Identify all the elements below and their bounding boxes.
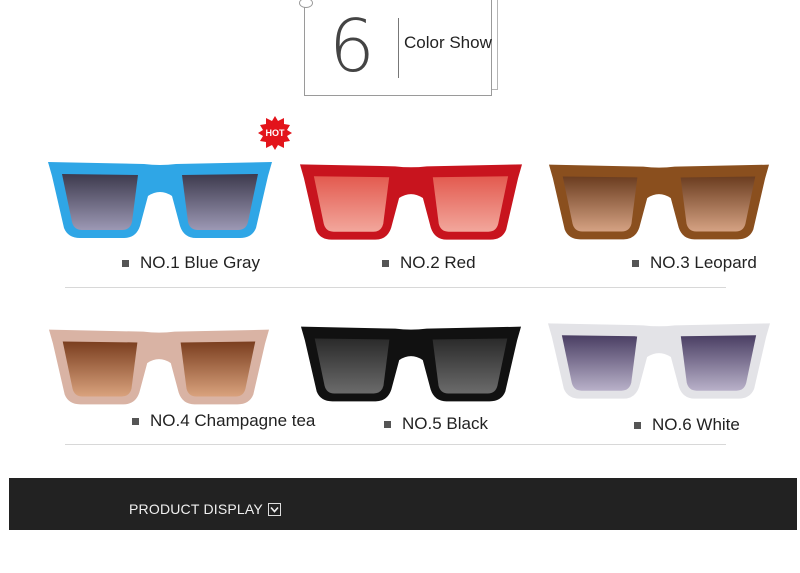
product-image-5[interactable]: [299, 322, 523, 406]
row-divider: [65, 444, 726, 445]
left-lens: [314, 338, 390, 394]
right-lens: [432, 338, 508, 394]
left-lens: [62, 341, 138, 397]
product-label-6: NO.6 White: [634, 415, 740, 435]
product-label-5: NO.5 Black: [384, 414, 488, 434]
bullet-icon: [132, 417, 139, 425]
product-image-4[interactable]: [47, 325, 271, 409]
product-image-6[interactable]: [546, 318, 772, 404]
bullet-icon: [122, 259, 129, 267]
section-title: Color Show: [404, 33, 492, 52]
product-image-1[interactable]: [46, 158, 274, 242]
badge-divider: [398, 18, 399, 78]
left-lens: [562, 176, 638, 232]
product-display-bar: [9, 478, 797, 530]
product-image-3[interactable]: [547, 160, 771, 244]
right-lens: [432, 176, 509, 232]
product-label-2: NO.2 Red: [382, 253, 476, 273]
product-label-1: NO.1 Blue Gray: [122, 253, 260, 273]
right-lens: [680, 335, 757, 391]
chevron-down-icon: [267, 502, 281, 516]
right-lens: [182, 174, 258, 230]
bullet-icon: [382, 259, 389, 267]
row-divider: [65, 287, 726, 288]
bullet-icon: [632, 259, 639, 267]
product-display-heading[interactable]: PRODUCT DISPLAY: [129, 501, 281, 517]
left-lens: [313, 176, 390, 232]
bullet-icon: [384, 420, 391, 428]
left-lens: [561, 335, 638, 391]
product-image-2[interactable]: [298, 160, 524, 244]
bullet-icon: [634, 421, 641, 429]
product-label-3: NO.3 Leopard: [632, 253, 757, 273]
left-lens: [62, 174, 138, 230]
right-lens: [680, 176, 756, 232]
product-label-4: NO.4 Champagne tea: [132, 411, 315, 431]
hot-badge-icon: HOT: [258, 116, 292, 150]
hot-badge-label: HOT: [266, 128, 286, 138]
right-lens: [180, 341, 256, 397]
section-number: 6: [329, 4, 375, 88]
